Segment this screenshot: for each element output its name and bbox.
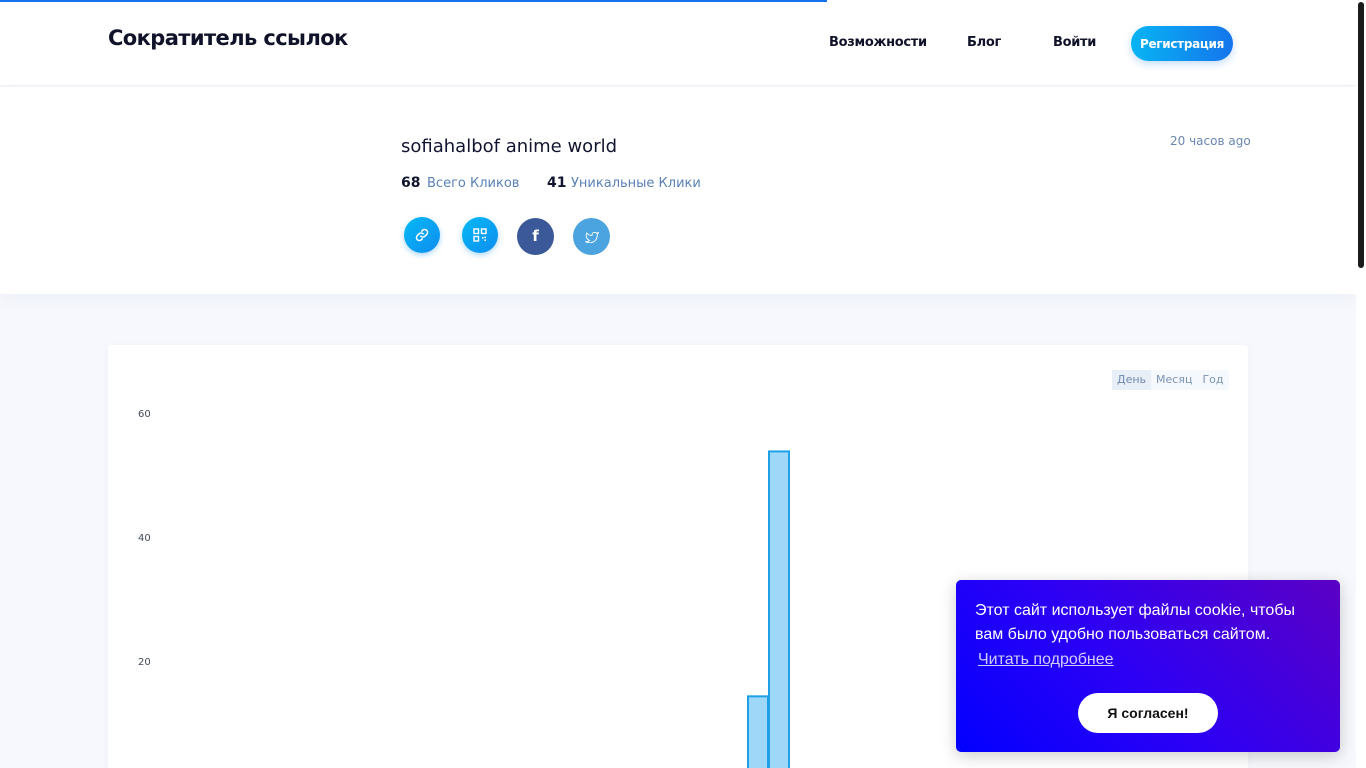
nav-features-link[interactable]: Возможности <box>829 35 927 50</box>
qr-code-icon <box>473 228 487 242</box>
unique-clicks-count: 41 <box>547 175 567 191</box>
chart-bar[interactable] <box>768 450 790 768</box>
twitter-share-button[interactable] <box>573 218 610 255</box>
twitter-icon <box>584 231 599 243</box>
cookie-consent-banner: Этот сайт использует файлы cookie, чтобы… <box>956 580 1340 752</box>
register-button[interactable]: Регистрация <box>1131 26 1233 61</box>
facebook-share-button[interactable]: f <box>517 218 554 255</box>
y-tick-label: 60 <box>138 409 151 420</box>
link-icon <box>415 228 429 242</box>
total-clicks-count: 68 <box>401 175 421 191</box>
qr-code-button[interactable] <box>462 217 498 253</box>
link-info-panel: sofiahalbof anime world 20 часов ago 68 … <box>0 87 1356 294</box>
copy-link-button[interactable] <box>404 217 440 253</box>
cookie-read-more-link[interactable]: Читать подробнее <box>978 651 1114 669</box>
link-created-time: 20 часов ago <box>1170 134 1251 148</box>
cookie-accept-button[interactable]: Я согласен! <box>1078 693 1218 733</box>
nav-login-link[interactable]: Войти <box>1053 35 1096 50</box>
nav-blog-link[interactable]: Блог <box>967 35 1001 50</box>
unique-clicks-label: Уникальные Клики <box>571 176 701 191</box>
page-load-progress <box>0 0 827 2</box>
site-header: Сократитель ссылок Возможности Блог Войт… <box>0 0 1356 86</box>
cookie-message: Этот сайт использует файлы cookie, чтобы… <box>975 602 1295 643</box>
link-title: sofiahalbof anime world <box>401 136 618 157</box>
y-tick-label: 40 <box>138 533 151 544</box>
y-tick-label: 20 <box>138 657 151 668</box>
site-logo[interactable]: Сократитель ссылок <box>108 26 348 50</box>
total-clicks-label: Всего Кликов <box>427 176 520 191</box>
chart-bar[interactable] <box>747 695 769 768</box>
facebook-icon: f <box>532 227 539 245</box>
page-scrollbar-thumb[interactable] <box>1358 2 1364 268</box>
